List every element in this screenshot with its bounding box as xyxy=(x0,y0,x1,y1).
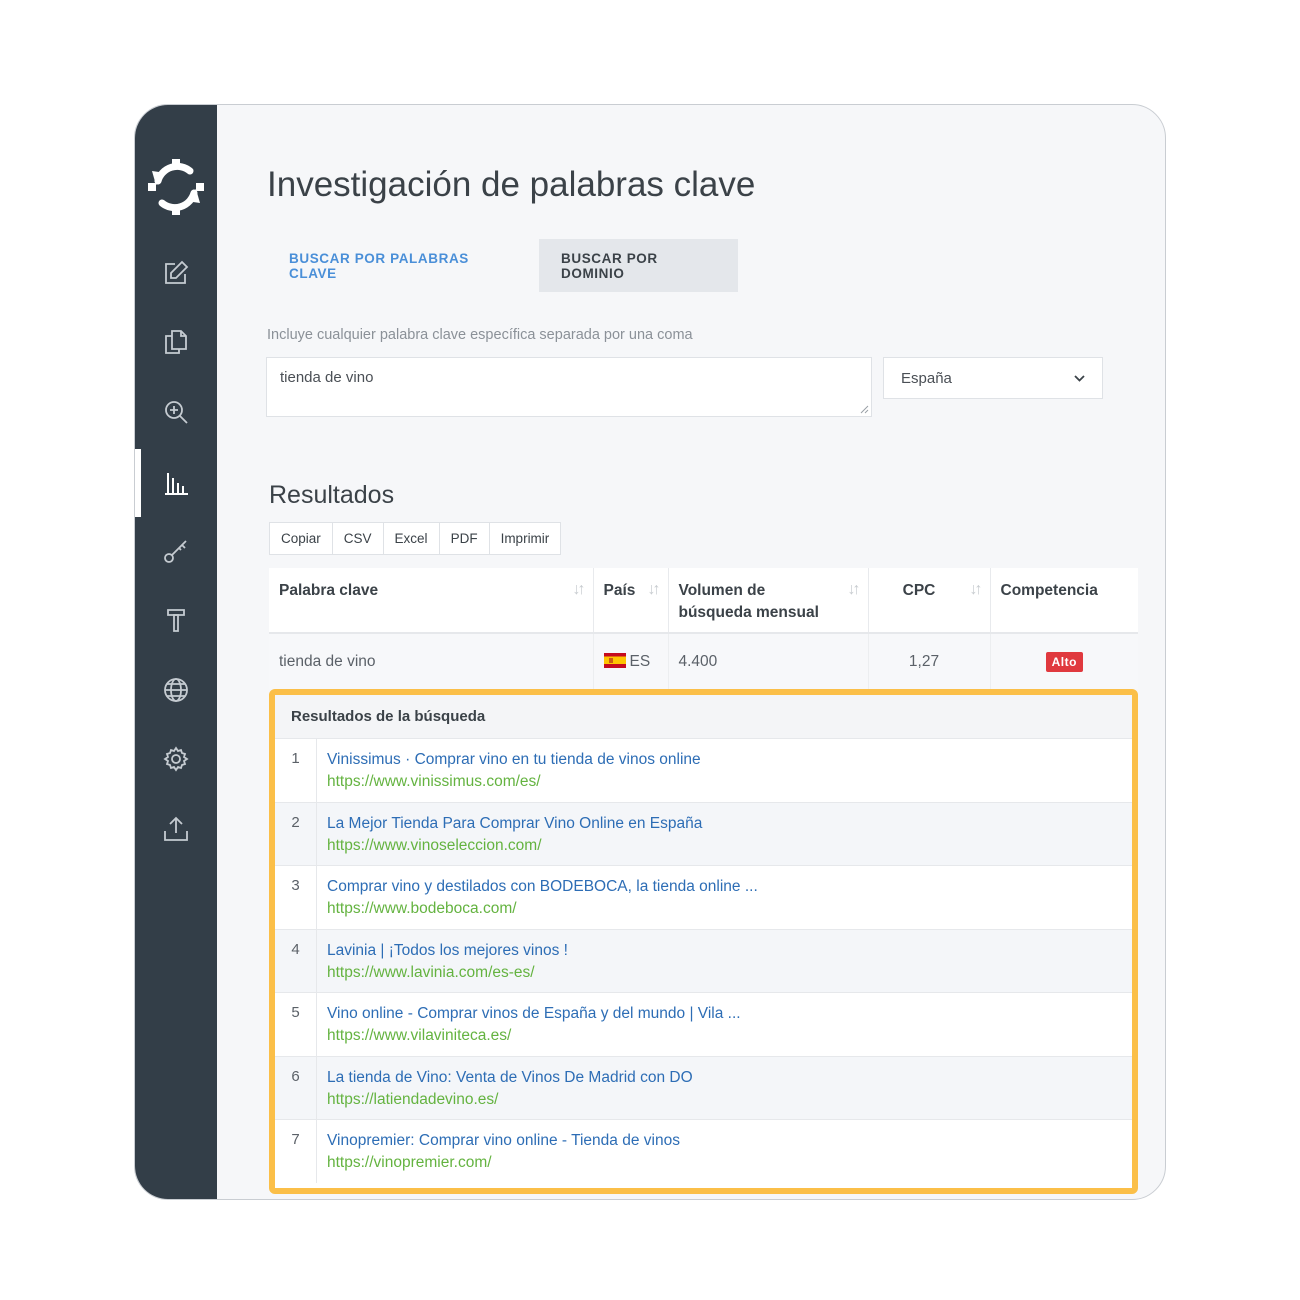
result-url-link[interactable]: https://latiendadevino.es/ xyxy=(327,1089,693,1111)
column-header-country[interactable]: País ↓↑ xyxy=(593,568,669,634)
copy-icon xyxy=(165,330,187,354)
result-url-link[interactable]: https://www.bodeboca.com/ xyxy=(327,898,758,920)
sidebar-item-copy[interactable] xyxy=(135,314,217,370)
excel-button[interactable]: Excel xyxy=(384,523,440,554)
result-rank: 2 xyxy=(275,802,317,865)
sidebar-item-search[interactable] xyxy=(135,384,217,440)
sidebar-item-settings[interactable] xyxy=(135,731,217,787)
bar-chart-icon xyxy=(165,473,188,495)
main-content: Investigación de palabras clave BUSCAR P… xyxy=(217,105,1165,1199)
sidebar-item-tools[interactable] xyxy=(135,592,217,648)
export-toolbar: Copiar CSV Excel PDF Imprimir xyxy=(269,522,562,555)
result-rank: 5 xyxy=(275,993,317,1056)
results-heading: Resultados xyxy=(269,481,395,509)
result-title-link[interactable]: Comprar vino y destilados con BODEBOCA, … xyxy=(327,876,758,898)
result-title-link[interactable]: La tienda de Vino: Venta de Vinos De Mad… xyxy=(327,1067,693,1089)
sidebar-item-export[interactable] xyxy=(135,801,217,857)
list-item: 7 Vinopremier: Comprar vino online - Tie… xyxy=(275,1119,1132,1183)
sidebar-item-key[interactable] xyxy=(135,523,217,579)
list-item: 5 Vino online - Comprar vinos de España … xyxy=(275,992,1132,1056)
list-item: 4 Lavinia | ¡Todos los mejores vinos ! h… xyxy=(275,928,1132,992)
spain-flag-icon xyxy=(603,652,626,668)
list-item: 1 Vinissimus · Comprar vino en tu tienda… xyxy=(275,738,1132,802)
result-url-link[interactable]: https://www.lavinia.com/es-es/ xyxy=(327,962,568,984)
result-url-link[interactable]: https://vinopremier.com/ xyxy=(327,1152,680,1174)
gear-icon xyxy=(163,746,189,772)
result-rank: 1 xyxy=(275,739,317,802)
result-rank: 3 xyxy=(275,866,317,929)
csv-button[interactable]: CSV xyxy=(333,523,384,554)
globe-icon xyxy=(164,678,188,702)
sort-icon[interactable]: ↓↑ xyxy=(648,579,661,601)
tab-bar: BUSCAR POR PALABRAS CLAVE BUSCAR POR DOM… xyxy=(267,239,738,292)
result-title-link[interactable]: Lavinia | ¡Todos los mejores vinos ! xyxy=(327,940,568,962)
country-select[interactable]: España xyxy=(883,357,1103,399)
country-value: España xyxy=(901,369,952,387)
column-header-cpc[interactable]: CPC ↓↑ xyxy=(868,568,991,634)
sort-icon[interactable]: ↓↑ xyxy=(970,579,983,601)
search-results-heading: Resultados de la búsqueda xyxy=(275,695,1132,738)
keywords-value: tienda de vino xyxy=(280,369,374,386)
keywords-table: Palabra clave ↓↑ País ↓↑ Volumen de búsq… xyxy=(269,568,1138,689)
result-rank: 6 xyxy=(275,1056,317,1119)
resize-handle-icon[interactable] xyxy=(860,405,869,414)
result-rank: 7 xyxy=(275,1120,317,1183)
zoom-in-icon xyxy=(165,401,188,424)
logo-icon xyxy=(148,159,204,215)
tab-search-by-domain[interactable]: BUSCAR POR DOMINIO xyxy=(539,239,738,292)
competition-badge: Alto xyxy=(1045,651,1083,672)
edit-icon xyxy=(165,260,189,284)
key-icon xyxy=(164,540,187,563)
sort-icon[interactable]: ↓↑ xyxy=(848,579,861,601)
column-header-volume[interactable]: Volumen de búsqueda mensual ↓↑ xyxy=(668,568,869,634)
result-url-link[interactable]: https://www.vilaviniteca.es/ xyxy=(327,1025,741,1047)
cell-volume: 4.400 xyxy=(668,633,869,689)
result-url-link[interactable]: https://www.vinissimus.com/es/ xyxy=(327,771,701,793)
search-results-list: 1 Vinissimus · Comprar vino en tu tienda… xyxy=(275,738,1132,1183)
cell-keyword: tienda de vino xyxy=(269,633,594,689)
pdf-button[interactable]: PDF xyxy=(440,523,490,554)
search-results-panel: Resultados de la búsqueda 1 Vinissimus ·… xyxy=(269,689,1138,1194)
sidebar-item-keywords[interactable] xyxy=(135,449,217,517)
sidebar xyxy=(135,105,217,1199)
column-header-keyword[interactable]: Palabra clave ↓↑ xyxy=(269,568,594,634)
sidebar-item-web[interactable] xyxy=(135,662,217,718)
list-item: 2 La Mejor Tienda Para Comprar Vino Onli… xyxy=(275,801,1132,865)
table-row[interactable]: tienda de vino ES 4.400 1,27 Alto xyxy=(269,633,1138,689)
chevron-down-icon xyxy=(1074,374,1085,382)
list-item: 6 La tienda de Vino: Venta de Vinos De M… xyxy=(275,1055,1132,1119)
app-window: Investigación de palabras clave BUSCAR P… xyxy=(134,104,1166,1200)
cell-country: ES xyxy=(593,633,669,689)
tab-search-by-keywords[interactable]: BUSCAR POR PALABRAS CLAVE xyxy=(267,239,539,292)
page-title: Investigación de palabras clave xyxy=(267,165,756,204)
result-title-link[interactable]: Vinissimus · Comprar vino en tu tienda d… xyxy=(327,749,701,771)
copy-button[interactable]: Copiar xyxy=(270,523,333,554)
print-button[interactable]: Imprimir xyxy=(490,523,561,554)
keywords-hint: Incluye cualquier palabra clave específi… xyxy=(267,327,693,343)
hammer-icon xyxy=(167,609,185,632)
result-url-link[interactable]: https://www.vinoseleccion.com/ xyxy=(327,835,702,857)
result-title-link[interactable]: Vinopremier: Comprar vino online - Tiend… xyxy=(327,1130,680,1152)
column-header-competition[interactable]: Competencia xyxy=(990,568,1138,634)
cell-cpc: 1,27 xyxy=(868,633,991,689)
result-title-link[interactable]: Vino online - Comprar vinos de España y … xyxy=(327,1003,741,1025)
keywords-textarea[interactable]: tienda de vino xyxy=(266,357,872,417)
result-rank: 4 xyxy=(275,929,317,992)
upload-icon xyxy=(164,816,188,841)
list-item: 3 Comprar vino y destilados con BODEBOCA… xyxy=(275,865,1132,929)
result-title-link[interactable]: La Mejor Tienda Para Comprar Vino Online… xyxy=(327,813,702,835)
cell-competition: Alto xyxy=(990,633,1138,689)
sort-icon[interactable]: ↓↑ xyxy=(573,579,586,601)
sidebar-item-editor[interactable] xyxy=(135,245,217,301)
